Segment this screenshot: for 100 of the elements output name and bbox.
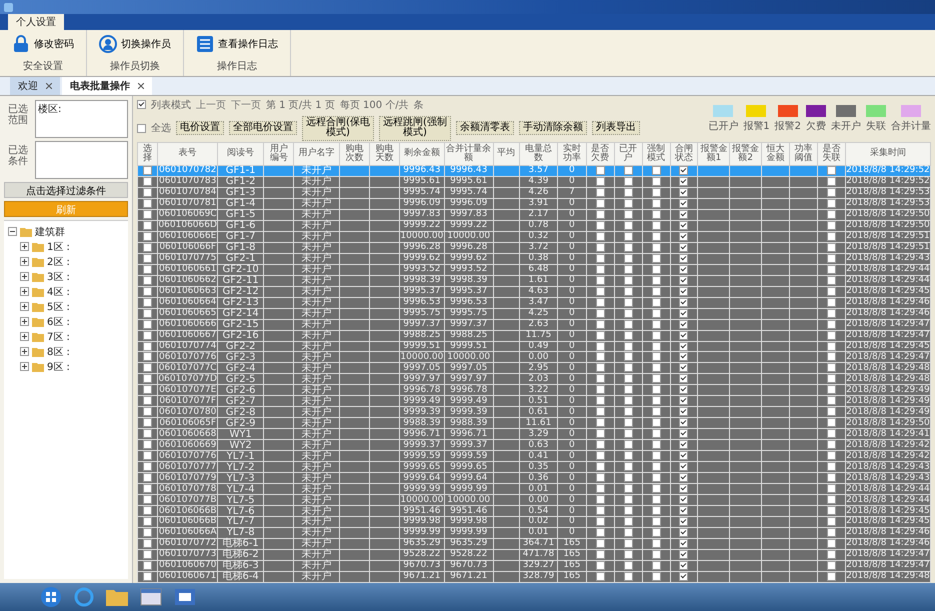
checkbox[interactable] [679,440,688,450]
table-row[interactable]: 0601070779 YL7-3 未开户 9999.64 9999.64 0.36 0 2018/8/8 14:29:43 [138,472,930,484]
window-icon[interactable] [140,588,162,606]
checkbox[interactable] [143,462,152,472]
expander-icon[interactable] [20,257,29,266]
column-header[interactable]: 实时功率 [558,142,586,166]
column-header[interactable]: 用户名字 [294,142,340,166]
table-row[interactable]: 0601060665 GF2-14 未开户 9995.75 9995.75 4.25 0 2018/8/8 14:29:46 [138,308,930,320]
table-row[interactable]: 0601070777 YL7-2 未开户 9999.65 9999.65 0.35 0 2018/8/8 14:29:43 [138,462,930,473]
expander-icon[interactable] [20,332,29,341]
checkbox[interactable] [826,440,836,450]
checkbox[interactable] [679,418,688,428]
checkbox[interactable] [652,506,661,516]
table-row[interactable]: 060106066D GF1-6 未开户 9999.22 9999.22 0.78 0 2018/8/8 14:29:50 [138,220,930,232]
table-row[interactable]: 060106066F GF1-8 未开户 9996.28 9996.28 3.72 0 2018/8/8 14:29:51 [138,242,930,254]
checkbox[interactable] [679,374,688,384]
table-row[interactable]: 060106066B YL7-7 未开户 9999.98 9999.98 0.02 0 2018/8/8 14:29:45 [138,516,930,528]
checkbox[interactable] [826,352,836,362]
toolbar-button[interactable]: 远程合闸(保电模式) [302,116,374,140]
checkbox[interactable] [652,451,661,460]
column-header[interactable]: 是否失联 [817,142,846,166]
table-row[interactable]: 0601070775 GF2-1 未开户 9999.62 9999.62 0.38 0 2018/8/8 14:29:43 [138,253,930,264]
checkbox[interactable] [143,385,152,394]
checkbox[interactable] [596,473,605,482]
table-row[interactable]: 0601070781 GF1-4 未开户 9996.09 9996.09 3.91 0 2018/8/8 14:29:53 [138,198,930,210]
table-row[interactable]: 0601060666 GF2-15 未开户 9997.37 9997.37 2.63 0 2018/8/8 14:29:47 [138,319,930,330]
checkbox[interactable] [596,495,605,504]
checkbox[interactable] [624,473,633,482]
table-row[interactable]: 0601060662 GF2-11 未开户 9998.39 9998.39 1.61 0 2018/8/8 14:29:44 [138,275,930,286]
checkbox[interactable] [596,352,605,362]
checkbox[interactable] [679,407,688,416]
expander-icon[interactable] [20,272,29,281]
checkbox[interactable] [143,484,152,494]
checkbox[interactable] [679,517,688,526]
checkbox[interactable] [596,407,605,416]
checkbox[interactable] [679,396,688,406]
checkbox[interactable] [143,429,152,438]
expander-icon[interactable] [20,242,29,251]
column-header[interactable]: 功率阈值 [789,142,818,166]
checkbox[interactable] [143,352,152,362]
checkbox[interactable] [143,495,152,504]
tree-item[interactable]: 1区 : [47,240,70,254]
toolbar-button[interactable]: 远程跳闸(强制模式) [379,116,451,140]
checkbox[interactable] [652,396,661,406]
filter-button[interactable]: 点击选择过滤条件 [4,182,128,198]
checkbox[interactable] [652,495,661,504]
document-tab[interactable]: 电表批量操作 [62,77,152,95]
table-row[interactable]: 0601060670 电梯6-3 未开户 9670.73 9670.73 329.27 165 2018/8/8 14:29:47 [138,560,930,572]
toolbar-button[interactable]: 全部电价设置 [229,120,297,136]
checkbox[interactable] [624,462,633,472]
table-row[interactable]: 0601070776 YL7-1 未开户 9999.59 9999.59 0.41 0 2018/8/8 14:29:42 [138,450,930,462]
close-icon[interactable] [138,83,144,89]
prev-page-link[interactable]: 上一页 [196,98,226,112]
toolbar-button[interactable]: 列表导出 [592,120,640,136]
table-row[interactable]: 0601070776 GF2-3 未开户 10000.00 10000.00 0.00 0 2018/8/8 14:29:47 [138,352,930,363]
checkbox[interactable] [624,484,633,494]
tree-item[interactable]: 建筑群 [35,224,65,238]
checkbox[interactable] [596,374,605,384]
checkbox[interactable] [652,440,661,450]
checkbox[interactable] [143,166,152,175]
table-row[interactable]: 0601060661 GF2-10 未开户 9993.52 9993.52 6.48 0 2018/8/8 14:29:44 [138,264,930,276]
tree-item[interactable]: 7区 : [47,330,70,344]
ribbon-button[interactable]: 修改密码 [10,33,76,55]
table-row[interactable]: 0601060671 电梯6-4 未开户 9671.21 9671.21 328.79 165 2018/8/8 14:29:48 [138,571,930,582]
checkbox[interactable] [596,363,605,372]
table-row[interactable]: 060106065F GF2-9 未开户 9988.39 9988.39 11.61 0 2018/8/8 14:29:50 [138,418,930,429]
checkbox[interactable] [143,363,152,372]
condition-field[interactable] [35,141,128,179]
checkbox[interactable] [596,440,605,450]
checkbox[interactable] [826,451,836,460]
checkbox[interactable] [652,363,661,372]
column-header[interactable]: 采集时间 [845,142,930,166]
checkbox[interactable] [652,407,661,416]
tree-item[interactable]: 8区 : [47,344,70,358]
checkbox[interactable] [679,166,688,175]
table-row[interactable]: 0601060667 GF2-16 未开户 9988.25 9988.25 11.75 0 2018/8/8 14:29:47 [138,330,930,341]
column-header[interactable]: 电量总数 [519,142,558,166]
checkbox[interactable] [624,385,633,394]
checkbox[interactable] [143,396,152,406]
tree-item[interactable]: 5区 : [47,300,70,314]
checkbox[interactable] [143,418,152,428]
column-header[interactable]: 合并计量余额 [444,142,494,166]
checkbox[interactable] [624,352,633,362]
column-header[interactable]: 已开户 [614,142,642,166]
checkbox[interactable] [596,418,605,428]
checkbox[interactable] [624,506,633,516]
tree-item[interactable]: 2区 : [47,254,70,268]
checkbox[interactable] [624,407,633,416]
column-header[interactable]: 恒大金额 [761,142,790,166]
ribbon-button[interactable]: 切换操作员 [97,33,173,55]
column-header[interactable]: 平均 [493,142,520,166]
table-row[interactable]: 0601060664 GF2-13 未开户 9996.53 9996.53 3.47 0 2018/8/8 14:29:46 [138,297,930,308]
checkbox[interactable] [679,385,688,394]
table-row[interactable]: 0601060668 WY1 未开户 9996.71 9996.71 3.29 0 2018/8/8 14:29:41 [138,428,930,440]
table-row[interactable]: 060107077D GF2-5 未开户 9997.97 9997.97 2.03 0 2018/8/8 14:29:48 [138,374,930,385]
table-row[interactable]: 0601070784 GF1-3 未开户 9995.74 9995.74 4.26 7 2018/8/8 14:29:53 [138,187,930,198]
table-row[interactable]: 060107077E GF2-6 未开户 9996.78 9996.78 3.22 0 2018/8/8 14:29:49 [138,384,930,396]
table-row[interactable]: 0601070783 GF1-2 未开户 9995.61 9995.61 4.39 0 2018/8/8 14:29:52 [138,176,930,188]
checkbox[interactable] [652,462,661,472]
toolbar-button[interactable]: 手动清除余额 [519,120,587,136]
